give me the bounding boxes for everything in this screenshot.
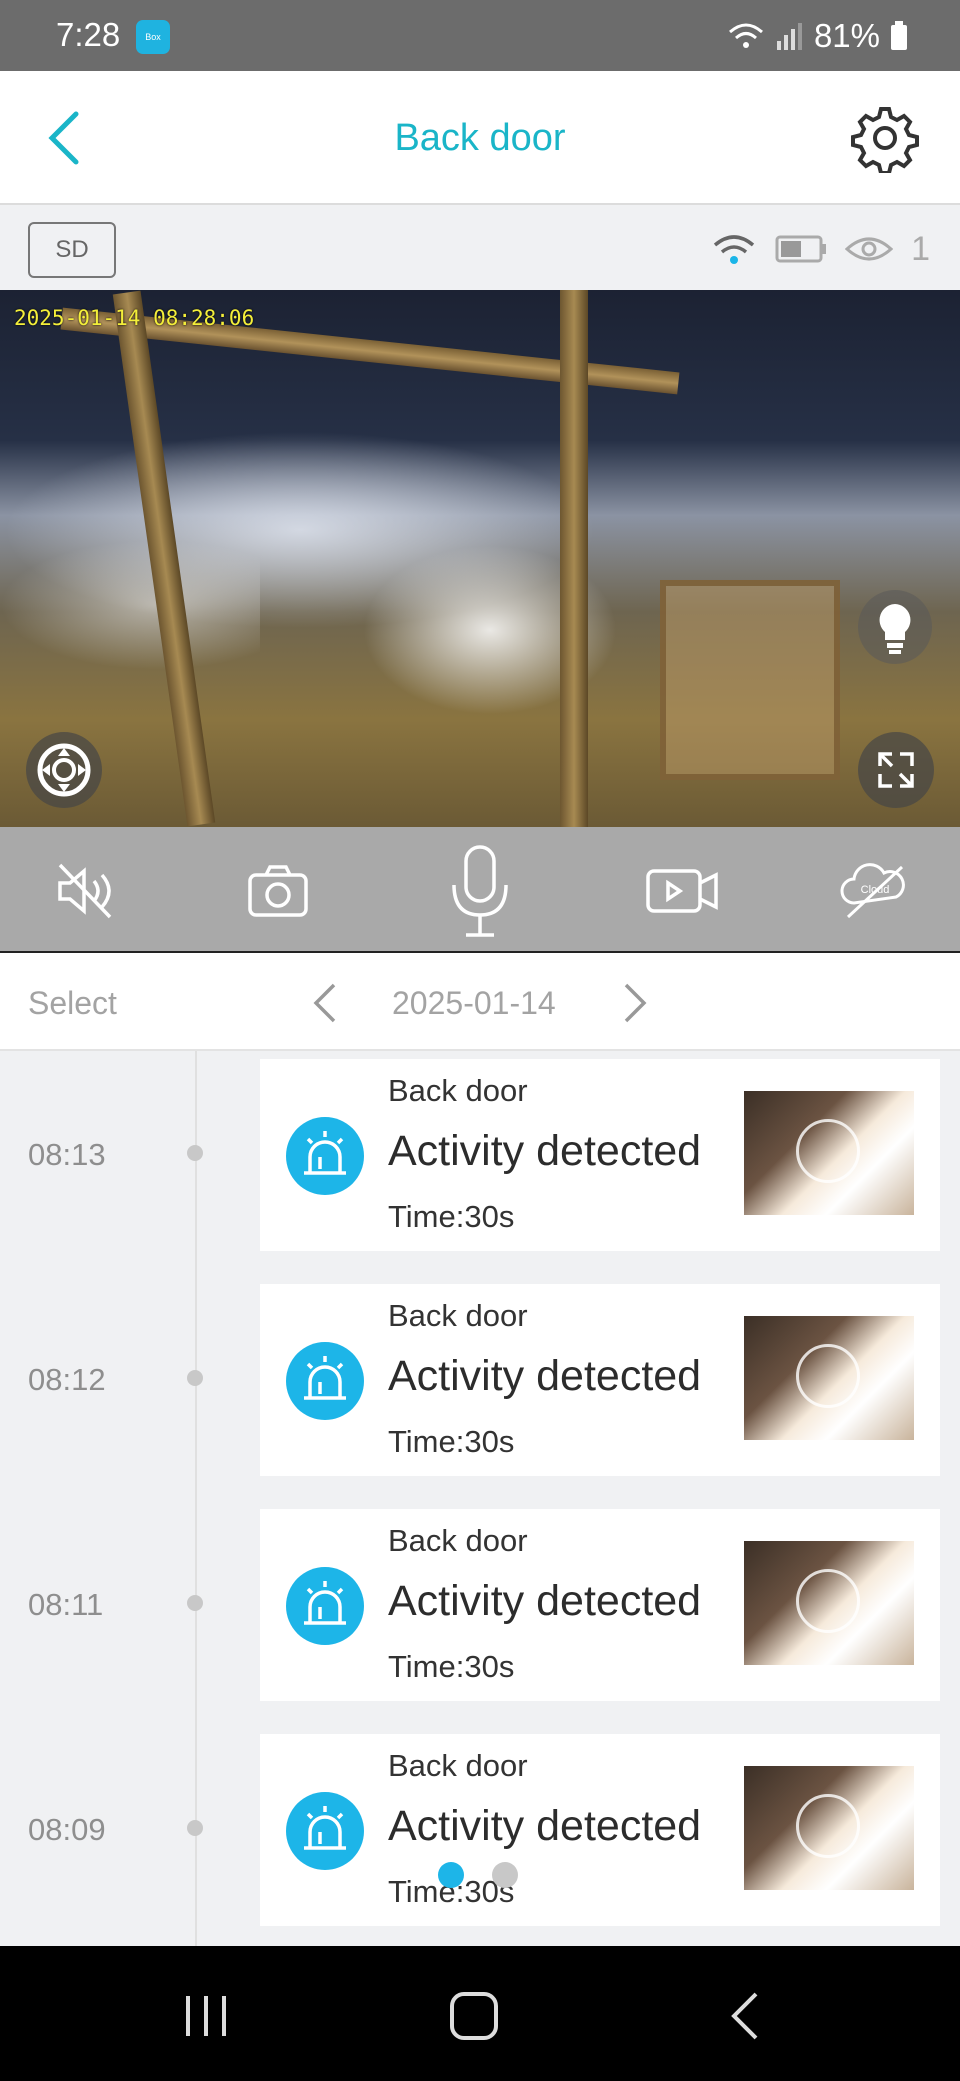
event-thumbnail[interactable] [744,1541,914,1665]
event-camera-name: Back door [388,1523,528,1558]
event-time-label: 08:09 [28,1812,106,1847]
play-icon [796,1794,860,1858]
event-card[interactable]: Back door Activity detected Time:30s [260,1059,940,1251]
date-navigation: Select 2025-01-14 [0,953,960,1051]
event-time-label: 08:12 [28,1362,106,1397]
status-icons: 81% [726,16,908,56]
page-title: Back door [394,117,566,159]
event-row: 08:13 Back door Activity detected Time:3… [0,1051,960,1251]
event-thumbnail[interactable] [744,1766,914,1890]
video-chair [660,580,840,780]
event-card[interactable]: Back door Activity detected Time:30s [260,1509,940,1701]
event-time-label: 08:11 [28,1587,104,1622]
wifi-icon [728,23,763,48]
page-dot-active[interactable] [438,1862,464,1888]
battery-percent: 81% [813,17,880,54]
event-title: Activity detected [388,1802,702,1850]
clock: 7:28 [56,16,121,53]
camera-icon[interactable] [244,857,312,925]
video-porch-post [560,290,588,827]
page-indicator [438,1862,518,1888]
play-icon [796,1569,860,1633]
play-icon [796,1344,860,1408]
play-icon [796,1119,860,1183]
camera-status-strip: SD 1 [0,205,960,290]
event-duration: Time:30s [388,1649,515,1684]
alarm-icon [286,1117,364,1195]
timeline-dot [187,1145,203,1161]
status-bar: 7:28 Box 81% [0,0,960,71]
light-bulb-icon [879,604,911,654]
alarm-icon [286,1792,364,1870]
event-row: 08:11 Back door Activity detected Time:3… [0,1501,960,1701]
viewer-count: 1 [911,229,930,268]
event-card[interactable]: Back door Activity detected Time:30s [260,1284,940,1476]
camera-status-icons: 1 [711,227,930,271]
event-row: 08:09 Back door Activity detected Time:3… [0,1726,960,1926]
recent-apps-icon[interactable] [176,1986,236,2046]
app-notification-icon: Box [136,20,170,54]
microphone-icon[interactable] [440,841,520,941]
home-icon[interactable] [444,1986,504,2046]
app-header: Back door [0,71,960,205]
timeline-dot [187,1370,203,1386]
live-video-view[interactable]: 2025-01-14 08:28:06 [0,290,960,827]
video-glare [0,540,260,670]
signal-icon [776,23,802,50]
live-control-bar: Cloud [0,827,960,953]
event-row: 08:12 Back door Activity detected Time:3… [0,1276,960,1476]
eye-icon [845,237,894,261]
event-title: Activity detected [388,1352,702,1400]
quality-toggle-button[interactable]: SD [28,222,116,278]
alarm-icon [286,1342,364,1420]
event-title: Activity detected [388,1577,702,1625]
light-bulb-button[interactable] [858,590,932,664]
select-button[interactable]: Select [28,985,117,1022]
camera-battery-icon [775,235,827,263]
event-thumbnail[interactable] [744,1316,914,1440]
event-camera-name: Back door [388,1298,528,1333]
timeline-dot [187,1820,203,1836]
battery-icon [891,21,907,50]
expand-icon [878,752,914,788]
video-timestamp: 2025-01-14 08:28:06 [14,306,255,330]
video-record-icon[interactable] [644,857,720,925]
fullscreen-button[interactable] [858,732,934,808]
system-nav-bar [0,1946,960,2081]
chevron-left-icon[interactable] [310,981,340,1025]
back-icon[interactable] [716,1986,776,2046]
ptz-joystick-icon [37,743,91,797]
event-list[interactable]: 08:13 Back door Activity detected Time:3… [0,1051,960,1946]
event-card[interactable]: Back door Activity detected Time:30s [260,1734,940,1926]
page-dot[interactable] [492,1862,518,1888]
cloud-icon[interactable]: Cloud [838,857,912,925]
timeline-dot [187,1595,203,1611]
event-thumbnail[interactable] [744,1091,914,1215]
gear-icon[interactable] [850,103,920,173]
event-time-label: 08:13 [28,1137,106,1172]
event-camera-name: Back door [388,1073,528,1108]
current-date[interactable]: 2025-01-14 [392,985,556,1022]
event-duration: Time:30s [388,1199,515,1234]
alarm-icon [286,1567,364,1645]
speaker-muted-icon[interactable] [52,857,120,925]
cloud-label: Cloud [861,884,890,896]
chevron-right-icon[interactable] [620,981,650,1025]
event-title: Activity detected [388,1127,702,1175]
event-duration: Time:30s [388,1424,515,1459]
event-camera-name: Back door [388,1748,528,1783]
wifi-icon [713,235,755,264]
ptz-control-button[interactable] [26,732,102,808]
